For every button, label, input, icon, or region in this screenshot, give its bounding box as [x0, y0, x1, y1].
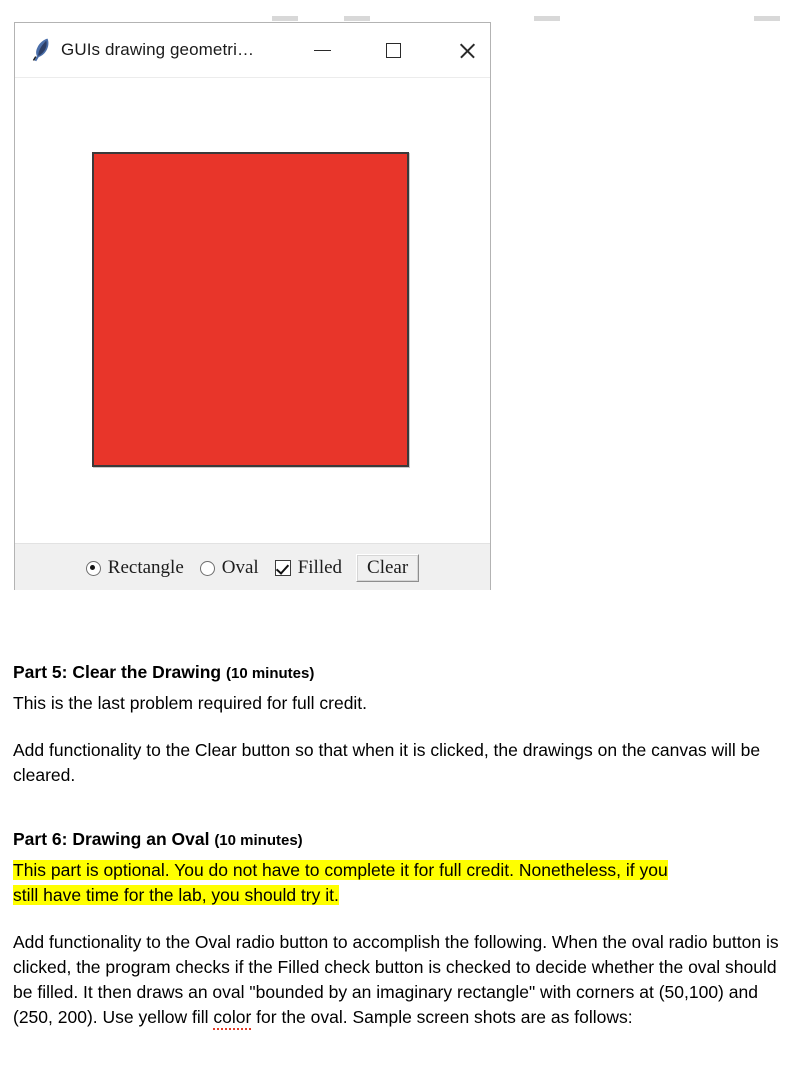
checkbox-filled-label: Filled — [297, 557, 343, 578]
part5-heading: Part 5: Clear the Drawing (10 minutes) — [13, 660, 781, 686]
close-icon — [458, 42, 476, 60]
minimize-button[interactable] — [299, 23, 345, 78]
part6-heading-text: Part 6: Drawing an Oval — [13, 829, 215, 849]
radio-selected-icon — [85, 560, 101, 576]
checkbox-checked-icon — [274, 560, 291, 576]
part6-paragraph-part-b: for the oval. Sample screen shots are as… — [251, 1007, 633, 1027]
highlight-line-2: still have time for the lab, you should … — [13, 885, 339, 905]
part6-highlighted-note: This part is optional. You do not have t… — [13, 858, 781, 908]
misspelled-word: color — [213, 1007, 252, 1030]
maximize-icon — [385, 43, 401, 58]
radio-unselected-icon — [199, 560, 215, 576]
drawing-canvas[interactable] — [15, 78, 490, 543]
part5-heading-minutes: (10 minutes) — [225, 665, 315, 682]
window-title: GUIs drawing geometri… — [61, 40, 255, 59]
feather-icon — [29, 36, 53, 64]
close-button[interactable] — [444, 23, 490, 78]
part5-paragraph1: Add functionality to the Clear button so… — [13, 740, 761, 785]
maximize-button[interactable] — [370, 23, 416, 78]
radio-rectangle-label: Rectangle — [107, 557, 184, 578]
tkinter-app-window: GUIs drawing geometri… Rectangle Oval Fi… — [14, 22, 491, 590]
radio-oval[interactable]: Oval — [199, 557, 259, 579]
lab-instructions-document: Part 5: Clear the Drawing (10 minutes) T… — [13, 660, 781, 1030]
part6-heading: Part 6: Drawing an Oval (10 minutes) — [13, 827, 781, 853]
radio-oval-label: Oval — [221, 557, 259, 578]
part5-heading-text: Part 5: Clear the Drawing — [13, 662, 226, 682]
controls-panel: Rectangle Oval Filled Clear — [15, 543, 490, 590]
cropped-content-marks — [14, 14, 780, 22]
checkbox-filled[interactable]: Filled — [274, 557, 343, 579]
part6-paragraph: Add functionality to the Oval radio butt… — [13, 930, 781, 1030]
highlight-line-1: This part is optional. You do not have t… — [13, 860, 668, 880]
minimize-icon — [313, 49, 331, 52]
radio-rectangle[interactable]: Rectangle — [85, 557, 184, 579]
drawn-rectangle-shape — [92, 152, 409, 467]
part6-heading-minutes: (10 minutes) — [214, 832, 303, 849]
clear-button[interactable]: Clear — [356, 553, 420, 583]
part5-line1: This is the last problem required for fu… — [13, 693, 368, 713]
window-title-bar[interactable]: GUIs drawing geometri… — [15, 23, 490, 78]
